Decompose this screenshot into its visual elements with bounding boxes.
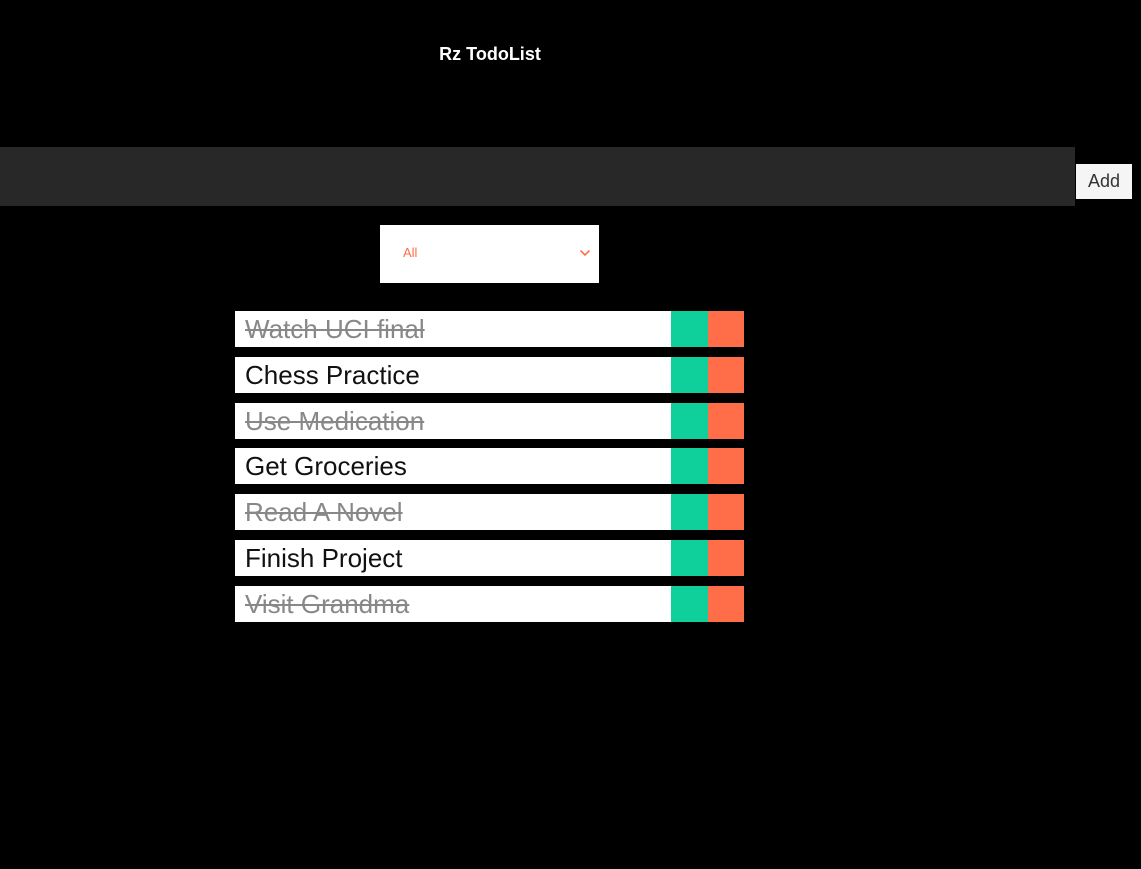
delete-button[interactable] (708, 402, 744, 439)
add-button[interactable]: Add (1076, 164, 1132, 199)
delete-button[interactable] (708, 494, 744, 531)
complete-button[interactable] (671, 356, 708, 393)
todo-item: Visit Grandma (235, 585, 744, 622)
todo-text: Watch UCI final (245, 314, 425, 344)
todo-text: Finish Project (245, 542, 403, 573)
todo-text: Chess Practice (245, 359, 420, 390)
complete-button[interactable] (671, 448, 708, 485)
todo-text: Read A Novel (245, 497, 403, 528)
filter-selected-value: All (403, 245, 418, 260)
delete-button[interactable] (708, 311, 744, 347)
todo-text: Use Medication (245, 405, 425, 436)
complete-button[interactable] (671, 539, 708, 576)
chevron-down-icon (580, 250, 590, 256)
filter-select[interactable]: All (380, 225, 599, 283)
complete-button[interactable] (671, 494, 708, 531)
todo-text: Get Groceries (245, 451, 407, 482)
page-title: Rz TodoList (439, 44, 541, 64)
todo-text: Visit Grandma (245, 588, 410, 619)
complete-button[interactable] (671, 311, 708, 347)
delete-button[interactable] (708, 585, 744, 622)
delete-button[interactable] (708, 356, 744, 393)
app-page: Rz TodoList Add All Watch UCI final Chess… (0, 0, 1141, 869)
todo-item: Read A Novel (235, 494, 744, 531)
todo-item: Use Medication (235, 402, 744, 439)
todo-item: Chess Practice (235, 356, 744, 393)
complete-button[interactable] (671, 402, 708, 439)
todo-item: Get Groceries (235, 448, 744, 485)
delete-button[interactable] (708, 539, 744, 576)
todo-input[interactable] (0, 147, 1075, 206)
delete-button[interactable] (708, 448, 744, 485)
todo-list: Watch UCI final Chess Practice Use Medicat… (235, 311, 744, 632)
todo-item: Watch UCI final (235, 311, 744, 347)
complete-button[interactable] (671, 585, 708, 622)
todo-item: Finish Project (235, 539, 744, 576)
